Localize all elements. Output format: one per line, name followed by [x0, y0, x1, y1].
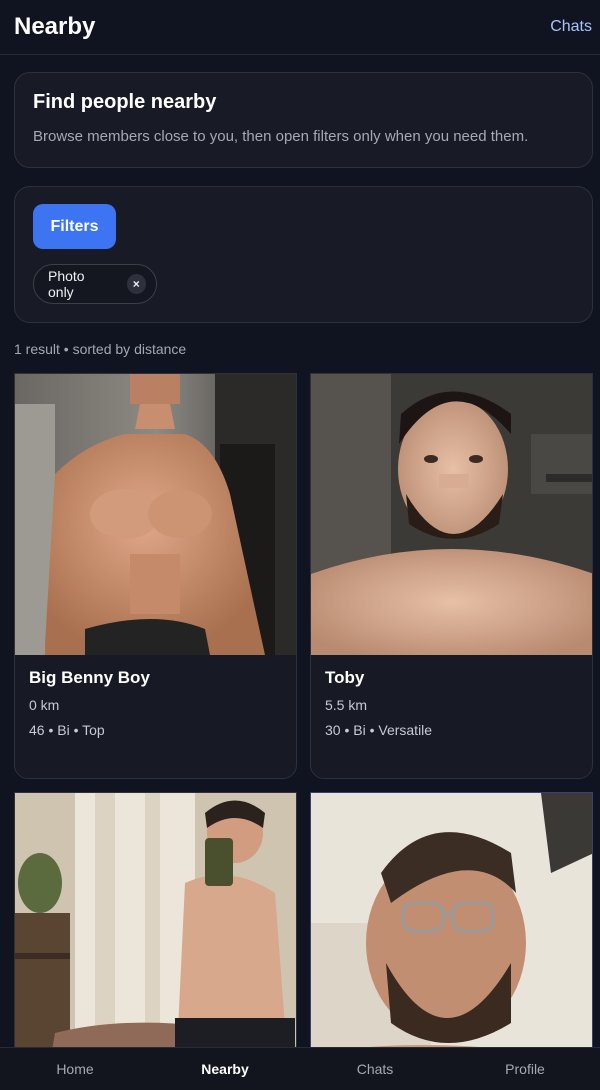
profile-photo-image	[311, 793, 592, 1090]
filter-chip-label: Photo only	[48, 268, 85, 300]
profile-card[interactable]	[310, 792, 593, 1090]
profile-info: Toby 5.5 km 30 • Bi • Versatile	[311, 655, 592, 751]
profile-photo-image	[311, 374, 592, 655]
top-bar: Nearby Chats	[0, 0, 600, 55]
nav-profile[interactable]: Profile	[450, 1048, 600, 1090]
profile-name: Big Benny Boy	[29, 668, 150, 687]
bottom-navigation: Home Nearby Chats Profile	[0, 1047, 600, 1090]
filters-button[interactable]: Filters	[33, 204, 116, 249]
profile-photo	[15, 374, 296, 655]
nav-nearby[interactable]: Nearby	[150, 1048, 300, 1090]
profile-card[interactable]	[14, 792, 297, 1090]
nav-home[interactable]: Home	[0, 1048, 150, 1090]
app: Nearby Chats Find people nearby Browse m…	[0, 0, 600, 1090]
intro-card: Find people nearby Browse members close …	[14, 72, 593, 168]
results-summary: 1 result • sorted by distance	[14, 341, 187, 357]
profile-photo-image	[15, 793, 296, 1090]
nav-chats[interactable]: Chats	[300, 1048, 450, 1090]
chats-link[interactable]: Chats	[550, 18, 592, 36]
profile-card[interactable]: Toby 5.5 km 30 • Bi • Versatile	[310, 373, 593, 779]
profile-card[interactable]: Big Benny Boy 0 km 46 • Bi • Top	[14, 373, 297, 779]
profile-photo	[311, 793, 592, 1090]
remove-filter-close-icon[interactable]: ×	[126, 274, 146, 294]
page-title: Nearby	[14, 13, 96, 40]
profile-distance: 5.5 km	[325, 697, 368, 713]
profile-name: Toby	[325, 668, 365, 687]
profile-photo	[15, 793, 296, 1090]
profile-photo-image	[15, 374, 296, 655]
intro-title: Find people nearby	[33, 91, 217, 113]
profile-details: 46 • Bi • Top	[29, 722, 105, 738]
profile-details: 30 • Bi • Versatile	[325, 722, 433, 738]
profile-info: Big Benny Boy 0 km 46 • Bi • Top	[15, 655, 296, 751]
filters-card: Filters Photo only ×	[14, 186, 593, 323]
filter-chip-photo-only: Photo only ×	[33, 264, 157, 304]
profile-distance: 0 km	[29, 697, 60, 713]
profile-photo	[311, 374, 592, 655]
intro-text: Browse members close to you, then open f…	[33, 128, 529, 145]
